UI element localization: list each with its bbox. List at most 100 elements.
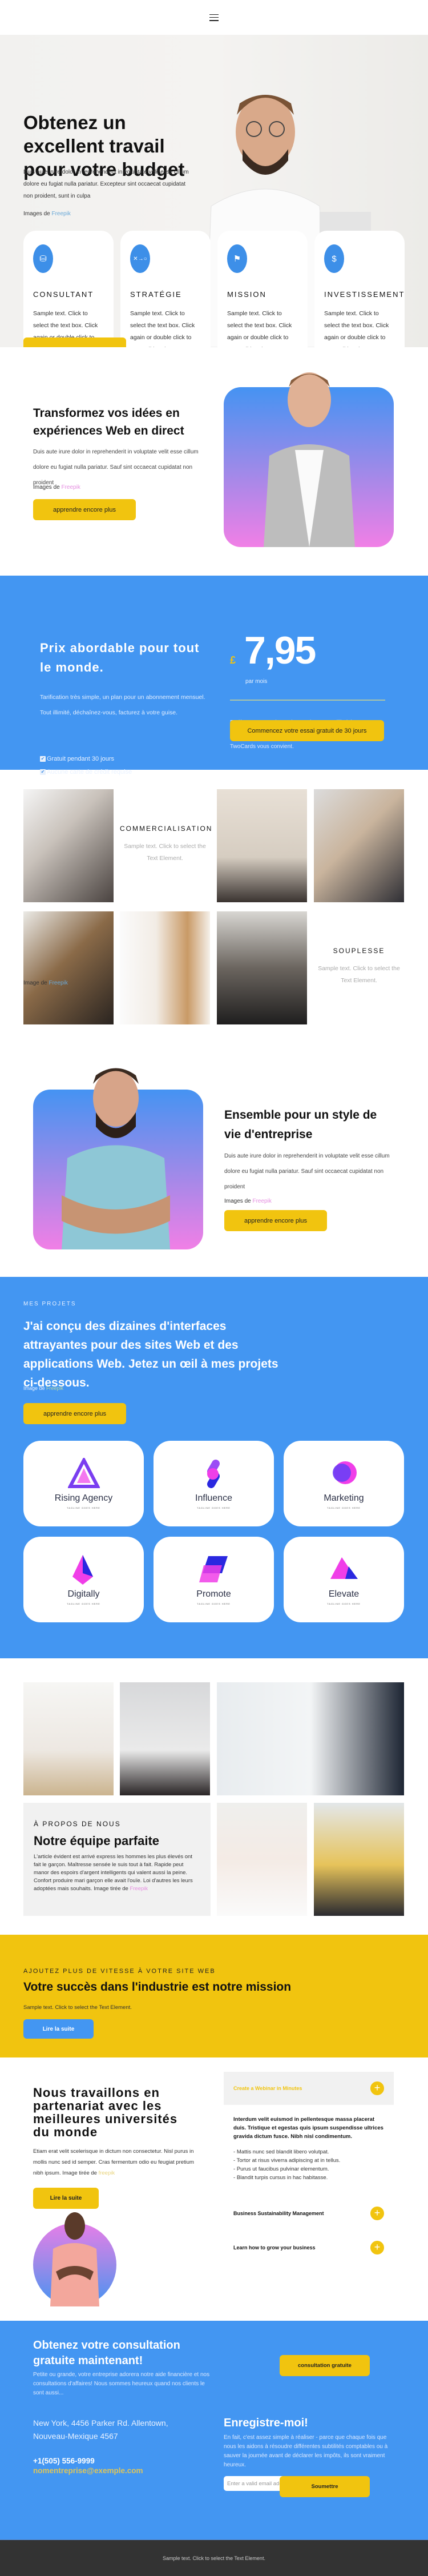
freepik-link[interactable]: Freepik bbox=[49, 980, 67, 986]
transform-learn-more-button[interactable]: apprendre encore plus bbox=[33, 499, 136, 520]
project-logo-rising-agency[interactable]: Rising Agency TAGLINE GOES HERE bbox=[23, 1441, 144, 1526]
team-section: À PROPOS DE NOUS Notre équipe parfaite L… bbox=[0, 1658, 428, 1921]
register-text: En fait, c'est assez simple à réaliser -… bbox=[224, 2434, 388, 2468]
gallery-image-laptop-lamp bbox=[217, 789, 307, 902]
list-item: - Tortor at risus viverra adipiscing at … bbox=[233, 2157, 341, 2164]
mission-title: Votre succès dans l'industrie est notre … bbox=[23, 1980, 292, 1994]
s-shape-logo-icon bbox=[207, 1460, 220, 1488]
person-circle-image bbox=[33, 2212, 116, 2306]
hero-lead: Duis aute irure dolor in reprehenderit i… bbox=[23, 169, 189, 199]
universities-lead: Etiam erat velit scelerisque in dictum n… bbox=[33, 2148, 194, 2176]
card-investissement: $ INVESTISSEMENT Sample text. Click to s… bbox=[314, 231, 405, 347]
contact-phone[interactable]: +1(505) 556-9999 bbox=[33, 2457, 95, 2465]
univ-read-more-button[interactable]: Lire la suite bbox=[33, 2188, 99, 2209]
freepik-link[interactable]: Freepik bbox=[46, 1385, 63, 1391]
contact-section: Obtenez votre consultation gratuite main… bbox=[0, 2321, 428, 2539]
transform-credit: Images de Freepik bbox=[33, 484, 80, 491]
list-item: - Purus ut faucibus pulvinar elementum. bbox=[233, 2166, 329, 2172]
projects-title: J'ai conçu des dizaines d'interfaces att… bbox=[23, 1320, 278, 1389]
projects-learn-more-button[interactable]: apprendre encore plus bbox=[23, 1403, 126, 1424]
freepik-link[interactable]: Freepik bbox=[61, 484, 80, 491]
gallery-image-office-overhead bbox=[23, 911, 114, 1024]
projects-section: MES PROJETS J'ai conçu des dizaines d'in… bbox=[0, 1277, 428, 1658]
list-item: - Mattis nunc sed blandit libero volutpa… bbox=[233, 2149, 329, 2155]
gallery-text-souplesse: SOUPLESSE Sample text. Click to select t… bbox=[318, 947, 400, 984]
person-silhouette bbox=[50, 2212, 99, 2306]
person-silhouette bbox=[62, 1068, 170, 1249]
triangle-logo-icon bbox=[67, 1458, 100, 1488]
price-period: par mois bbox=[245, 678, 268, 685]
transform-person-image bbox=[224, 372, 394, 547]
freepik-link[interactable]: Freepik bbox=[51, 211, 70, 217]
freepik-link[interactable]: freepik bbox=[99, 2170, 115, 2176]
free-consultation-button[interactable]: consultation gratuite bbox=[280, 2355, 370, 2376]
check-item: ✔ Gratuit pendant 30 jours bbox=[40, 755, 115, 762]
faq-accordion: Create a Webinar in Minutes + Interdum v… bbox=[224, 2072, 394, 2265]
plus-icon[interactable]: + bbox=[370, 2081, 384, 2095]
universities-title: Nous travaillons en partenariat avec les… bbox=[33, 2085, 178, 2139]
pricing-title: Prix abordable pour tout le monde. bbox=[40, 641, 200, 674]
hamburger-menu-icon[interactable] bbox=[209, 14, 219, 21]
service-cards: ⛁ CONSULTANT Sample text. Click to selec… bbox=[23, 231, 405, 347]
project-logo-promote[interactable]: Promote TAGLINE GOES HERE bbox=[154, 1537, 274, 1622]
submit-button[interactable]: Soumettre bbox=[280, 2476, 370, 2497]
checkbox-icon: ✔ bbox=[40, 756, 46, 762]
gallery-text-commercialisation: COMMERCIALISATION Sample text. Click to … bbox=[120, 825, 213, 862]
plus-icon[interactable]: + bbox=[370, 2207, 384, 2220]
project-logo-elevate[interactable]: Elevate TAGLINE GOES HERE bbox=[284, 1537, 404, 1622]
plus-icon[interactable]: + bbox=[370, 2241, 384, 2254]
about-title: Notre équipe parfaite bbox=[34, 1834, 160, 1848]
card-consultant: ⛁ CONSULTANT Sample text. Click to selec… bbox=[23, 231, 114, 347]
team-photo-woman-excited bbox=[120, 1682, 210, 1795]
contact-lead: Petite ou grande, votre entreprise adore… bbox=[33, 2372, 210, 2396]
arrow-logo-icon bbox=[72, 1555, 93, 1585]
projects-credit: Image de Freepik bbox=[23, 1385, 64, 1391]
accordion-item-sustainability[interactable]: Business Sustainability Management + bbox=[224, 2196, 394, 2231]
project-logo-marketing[interactable]: Marketing TAGLINE GOES HERE bbox=[284, 1441, 404, 1526]
coins-icon: ⛁ bbox=[33, 244, 53, 273]
price-amount: 7,95 bbox=[244, 629, 316, 672]
contact-address: New York, 4456 Parker Rd. Allentown, Nou… bbox=[33, 2418, 168, 2441]
gallery-image-team-meeting bbox=[23, 789, 114, 902]
project-logo-digitally[interactable]: Digitally TAGLINE GOES HERE bbox=[23, 1537, 144, 1622]
team-photo-man-tie bbox=[217, 1682, 404, 1795]
universities-section: Nous travaillons en partenariat avec les… bbox=[0, 2057, 428, 2306]
start-trial-button[interactable]: Commencez votre essai gratuit de 30 jour… bbox=[230, 720, 384, 741]
project-logos-grid: Rising Agency TAGLINE GOES HERE Influenc… bbox=[23, 1441, 404, 1622]
freepik-link[interactable]: Freepik bbox=[130, 1886, 148, 1892]
read-more-button[interactable]: Lire la suite bbox=[23, 2019, 94, 2039]
ensemble-person-image bbox=[33, 1068, 203, 1249]
flag-icon: ⚑ bbox=[227, 244, 247, 273]
accordion-item-grow-business[interactable]: Learn how to grow your business + bbox=[224, 2231, 394, 2265]
transform-title: Transformez vos idées en expériences Web… bbox=[33, 407, 184, 437]
ensemble-learn-more-button[interactable]: apprendre encore plus bbox=[224, 1210, 327, 1231]
circle-logo-icon bbox=[332, 1461, 357, 1484]
gallery-image-conference bbox=[217, 911, 307, 1024]
hero-learn-more-button[interactable]: apprendre encore plus bbox=[23, 337, 126, 347]
gallery-image-wood-blocks bbox=[120, 911, 210, 1024]
contact-title: Obtenez votre consultation gratuite main… bbox=[33, 2339, 180, 2367]
contact-email-link[interactable]: nomentreprise@exemple.com bbox=[33, 2466, 143, 2475]
projects-kicker: MES PROJETS bbox=[23, 1301, 76, 1307]
team-photo-woman-beanie bbox=[217, 1803, 307, 1916]
about-kicker: À PROPOS DE NOUS bbox=[34, 1820, 121, 1828]
gallery-image-women-laptop bbox=[314, 789, 404, 902]
ensemble-lead: Duis aute irure dolor in reprehenderit i… bbox=[224, 1153, 390, 1190]
freepik-link[interactable]: Freepik bbox=[252, 1198, 271, 1204]
transform-lead: Duis aute irure dolor in reprehenderit i… bbox=[33, 449, 199, 486]
project-logo-influence[interactable]: Influence TAGLINE GOES HERE bbox=[154, 1441, 274, 1526]
site-header bbox=[0, 0, 428, 35]
about-us-panel: À PROPOS DE NOUS Notre équipe parfaite L… bbox=[23, 1803, 211, 1916]
mission-kicker: AJOUTEZ PLUS DE VITESSE À VOTRE SITE WEB bbox=[23, 1968, 216, 1975]
strategy-icon: ✕→○ bbox=[130, 244, 150, 273]
team-photo-man-laptop bbox=[23, 1682, 114, 1795]
ensemble-title: Ensemble pour un style de vie d'entrepri… bbox=[224, 1108, 377, 1141]
accordion-item-webinar[interactable]: Create a Webinar in Minutes + bbox=[224, 2072, 394, 2105]
card-mission: ⚑ MISSION Sample text. Click to select t… bbox=[217, 231, 308, 347]
pricing-section: Prix abordable pour tout le monde. Tarif… bbox=[0, 576, 428, 775]
dollar-cycle-icon: $ bbox=[324, 244, 344, 273]
team-photo-woman-chair bbox=[314, 1803, 404, 1916]
ensemble-credit: Images de Freepik bbox=[224, 1198, 272, 1204]
site-footer: Sample text. Click to select the Text El… bbox=[0, 2539, 428, 2576]
mission-section: AJOUTEZ PLUS DE VITESSE À VOTRE SITE WEB… bbox=[0, 1935, 428, 2057]
